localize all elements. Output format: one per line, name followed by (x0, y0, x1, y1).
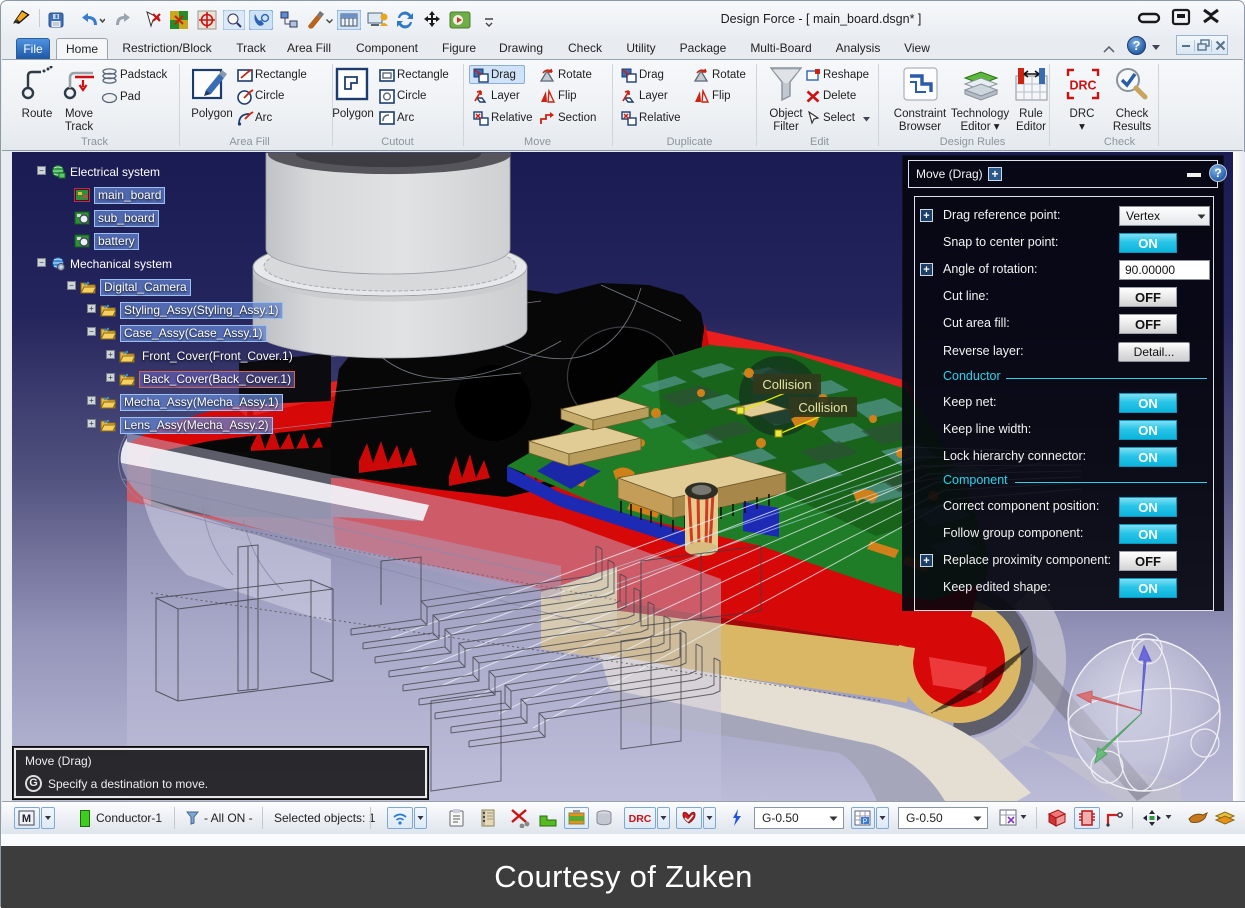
svg-text:Collision: Collision (762, 377, 811, 392)
svg-text:DRC: DRC (1069, 79, 1096, 93)
svg-text:M: M (22, 813, 31, 825)
svg-text:Collision: Collision (798, 400, 847, 415)
svg-text:DRC: DRC (629, 813, 652, 825)
svg-text:P: P (863, 819, 868, 826)
